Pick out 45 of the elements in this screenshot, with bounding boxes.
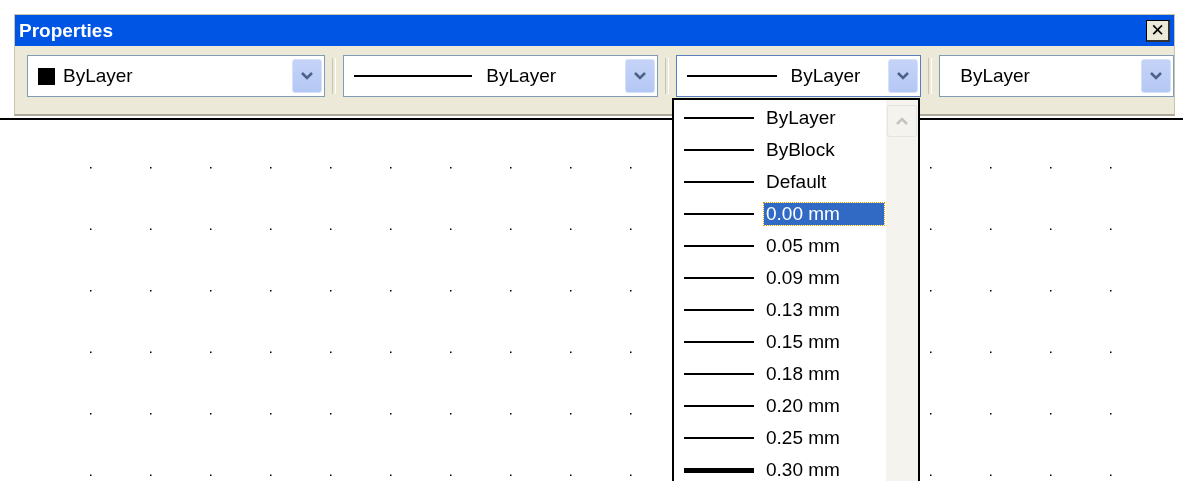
dropdown-arrow-button[interactable] <box>888 59 919 93</box>
list-item[interactable]: ByBlock <box>674 134 886 166</box>
item-label: 0.25 mm <box>765 427 841 449</box>
list-item[interactable]: 0.00 mm <box>674 198 886 230</box>
dropdown-field[interactable]: ByLayer <box>939 55 1174 97</box>
list-item[interactable]: 0.18 mm <box>674 358 886 390</box>
chevron-down-icon <box>632 71 647 81</box>
item-label: 0.05 mm <box>765 235 841 257</box>
dropdown-arrow-button[interactable] <box>292 59 323 93</box>
window-title: Properties <box>19 19 113 42</box>
item-label: ByBlock <box>765 139 836 161</box>
list-item[interactable]: Default <box>674 166 886 198</box>
list-item[interactable]: 0.09 mm <box>674 262 886 294</box>
list-item[interactable]: 0.05 mm <box>674 230 886 262</box>
dropdown-field[interactable]: ByLayer <box>27 55 326 97</box>
item-label: 0.20 mm <box>765 395 841 417</box>
dropdown-value: ByLayer <box>63 65 134 87</box>
chevron-down-icon <box>300 71 315 81</box>
item-label: 0.09 mm <box>765 267 841 289</box>
close-button[interactable]: ✕ <box>1146 19 1170 42</box>
list-item[interactable]: 0.20 mm <box>674 390 886 422</box>
item-label: 0.00 mm <box>764 203 884 225</box>
list-item[interactable]: 0.15 mm <box>674 326 886 358</box>
dropdown-field[interactable]: ByLayer <box>343 55 658 97</box>
item-label: 0.30 mm <box>765 459 841 481</box>
item-label: 0.15 mm <box>765 331 841 353</box>
chevron-down-icon <box>896 71 911 81</box>
dropdown-value: ByLayer <box>790 65 862 87</box>
dropdown-value: ByLayer <box>959 65 1031 87</box>
item-label: 0.18 mm <box>765 363 841 385</box>
item-label: Default <box>765 171 828 193</box>
dropdown-arrow-button[interactable] <box>1141 59 1171 93</box>
item-label: 0.13 mm <box>765 299 841 321</box>
dropdown-arrow-button[interactable] <box>624 59 655 93</box>
dropdown-field[interactable]: ByLayer <box>675 55 922 97</box>
list-item[interactable]: 0.13 mm <box>674 294 886 326</box>
line-sample-icon <box>354 75 473 77</box>
chevron-down-icon <box>1149 71 1163 81</box>
dropdown-value: ByLayer <box>486 65 558 87</box>
list-item[interactable]: 0.25 mm <box>674 422 886 454</box>
list-item[interactable]: ByLayer <box>674 102 886 134</box>
chevron-up-icon <box>895 116 909 126</box>
line-sample-icon <box>686 75 777 77</box>
list-item[interactable]: 0.30 mm <box>674 454 886 481</box>
item-label: ByLayer <box>765 107 837 129</box>
